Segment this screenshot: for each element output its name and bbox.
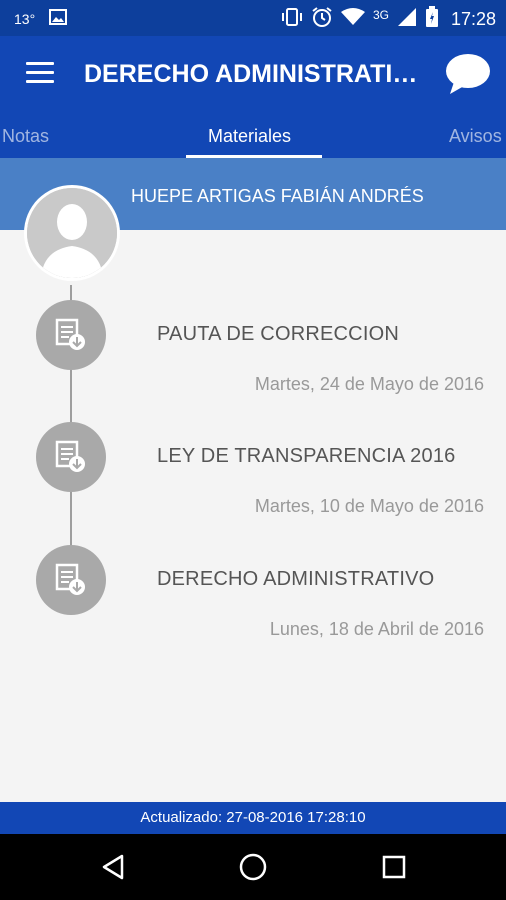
material-date: Lunes, 18 de Abril de 2016: [269, 619, 484, 639]
chat-bubble-icon[interactable]: [444, 52, 492, 96]
status-bar: 13° 3G 17:28: [0, 0, 506, 36]
document-download-icon: [36, 300, 106, 370]
page-title: DERECHO ADMINISTRATIVO: [84, 60, 424, 88]
list-item[interactable]: DERECHO ADMINISTRATIVO Lunes, 18 de Abri…: [0, 545, 506, 655]
alarm-icon: [311, 6, 333, 33]
list-item[interactable]: PAUTA DE CORRECCION Martes, 24 de Mayo d…: [0, 300, 506, 410]
document-download-icon: [36, 422, 106, 492]
recents-square-icon[interactable]: [378, 851, 410, 883]
image-icon: [49, 9, 68, 28]
home-circle-icon[interactable]: [237, 851, 269, 883]
person-silhouette-icon: [27, 188, 117, 278]
list-item[interactable]: LEY DE TRANSPARENCIA 2016 Martes, 10 de …: [0, 422, 506, 532]
vibrate-icon: [281, 7, 303, 32]
material-title: DERECHO ADMINISTRATIVO: [157, 568, 435, 590]
material-date: Martes, 10 de Mayo de 2016: [254, 496, 484, 516]
material-title: PAUTA DE CORRECCION: [157, 323, 399, 345]
network-type: 3G: [372, 7, 389, 22]
last-updated-text: Actualizado: 27-08-2016 17:28:10: [140, 809, 366, 826]
avatar: [24, 185, 120, 281]
back-triangle-icon[interactable]: [98, 851, 130, 883]
battery-icon: [425, 6, 439, 33]
temperature-indicator: 13°: [14, 10, 36, 27]
tab-bar: Notas Materiales Avisos: [0, 116, 506, 158]
menu-icon[interactable]: [26, 62, 54, 84]
tab-materiales[interactable]: Materiales: [208, 126, 291, 147]
owner-name: HUEPE ARTIGAS FABIÁN ANDRÉS: [131, 186, 424, 206]
document-download-icon: [36, 545, 106, 615]
material-date: Martes, 24 de Mayo de 2016: [254, 374, 484, 394]
wifi-icon: [340, 8, 365, 31]
tab-notas[interactable]: Notas: [2, 126, 49, 147]
system-nav-bar: [0, 834, 506, 900]
app-bar: DERECHO ADMINISTRATIVO: [0, 36, 506, 116]
last-updated-bar: Actualizado: 27-08-2016 17:28:10: [0, 802, 506, 834]
tab-avisos[interactable]: Avisos: [449, 126, 502, 147]
material-title: LEY DE TRANSPARENCIA 2016: [157, 445, 456, 467]
clock: 17:28: [450, 9, 496, 29]
signal-icon: [397, 7, 417, 32]
